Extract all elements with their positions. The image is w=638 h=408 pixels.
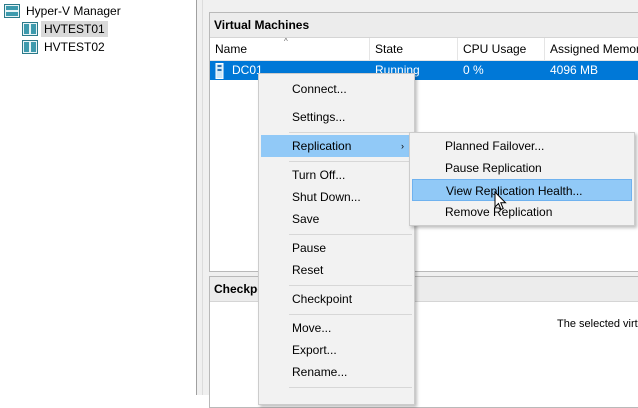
tree-server-label: HVTEST01 [41,21,108,37]
menu-separator [289,132,412,133]
menu-replication[interactable]: Replication › [261,135,412,157]
menu-shut-down[interactable]: Shut Down... [261,186,412,208]
vm-cpu: 0 % [463,63,484,77]
menu-replication-label: Replication [292,139,352,153]
tree-server-hvtest01[interactable]: HVTEST01 [22,20,108,38]
column-name[interactable]: Name [210,38,370,60]
tree-server-hvtest02[interactable]: HVTEST02 [22,38,108,56]
menu-connect[interactable]: Connect... [261,78,412,100]
menu-save[interactable]: Save [261,208,412,230]
tree-root-hyperv-manager[interactable]: Hyper-V Manager [4,2,124,20]
vm-memory: 4096 MB [550,63,599,77]
menu-reset[interactable]: Reset [261,259,412,281]
menu-separator [289,314,412,315]
submenu-arrow-icon: › [401,141,404,151]
menu-checkpoint[interactable]: Checkpoint [261,288,412,310]
menu-separator [289,387,412,388]
hyperv-manager-icon [4,4,20,18]
menu-planned-failover[interactable]: Planned Failover... [412,135,632,157]
menu-export[interactable]: Export... [261,339,412,361]
menu-settings[interactable]: Settings... [261,106,412,128]
column-cpu-usage[interactable]: CPU Usage [458,38,545,60]
panel-title: Virtual Machines [210,13,638,38]
menu-rename[interactable]: Rename... [261,361,412,383]
column-header-row: Name ^ State CPU Usage Assigned Memor [210,38,638,61]
navigation-tree: Hyper-V Manager HVTEST01 HVTEST02 [0,0,197,395]
menu-move[interactable]: Move... [261,317,412,339]
sort-ascending-icon: ^ [284,37,288,46]
server-icon [22,40,38,54]
menu-pause[interactable]: Pause [261,237,412,259]
menu-separator [289,161,412,162]
menu-separator [289,234,412,235]
tree-server-label: HVTEST02 [44,40,105,54]
server-icon [22,22,38,36]
menu-turn-off[interactable]: Turn Off... [261,164,412,186]
menu-remove-replication[interactable]: Remove Replication [412,201,632,223]
tree-root-label: Hyper-V Manager [26,4,121,18]
column-state[interactable]: State [370,38,458,60]
menu-view-replication-health[interactable]: View Replication Health... [412,179,632,201]
context-menu: Connect... Settings... Replication › Tur… [258,73,415,405]
checkpoint-message: The selected virtu [557,318,638,330]
mouse-cursor-icon [494,190,508,211]
menu-separator [289,285,412,286]
column-assigned-memory[interactable]: Assigned Memor [545,38,638,60]
replication-submenu: Planned Failover... Pause Replication Vi… [409,132,635,226]
vm-icon [210,61,225,80]
menu-pause-replication[interactable]: Pause Replication [412,157,632,179]
